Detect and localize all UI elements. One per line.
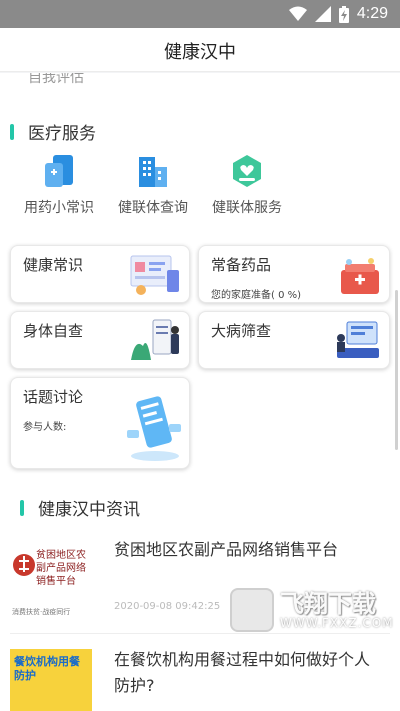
thumbnail-caption: 消费扶贫·战疫同行	[12, 608, 71, 616]
section-accent-bar	[10, 123, 14, 140]
service-alliance-service[interactable]: 健联体服务	[202, 153, 292, 217]
status-time: 4:29	[356, 5, 388, 22]
watermark-url: WWW.FXXZ.COM	[280, 616, 394, 630]
thumbnail-text: 贫困地区农副产品网络销售平台	[36, 550, 86, 587]
card-self-check[interactable]: 身体自查	[10, 311, 190, 369]
screening-illustration	[337, 321, 379, 358]
discussion-phone-illustration	[127, 396, 181, 461]
medical-services-heading: 医疗服务	[10, 119, 96, 144]
signal-icon	[314, 6, 331, 22]
section-accent-bar	[20, 499, 24, 516]
news-title: 健康汉中资讯	[38, 500, 140, 520]
app-bar: 健康汉中	[0, 28, 400, 72]
card-title: 大病筛查	[211, 322, 272, 340]
medical-services-title: 医疗服务	[28, 124, 96, 144]
medicine-box-illustration	[341, 258, 379, 294]
battery-charging-icon	[338, 5, 349, 23]
news-item[interactable]: 餐饮机构用餐防护 在餐饮机构用餐过程中如何做好个人防护?	[0, 639, 400, 711]
service-alliance-query[interactable]: 健联体查询	[108, 153, 198, 217]
news-thumbnail: 餐饮机构用餐防护	[10, 649, 92, 711]
scrollbar[interactable]	[395, 290, 398, 450]
thumbnail-text: 餐饮机构用餐防护	[14, 655, 80, 682]
card-title: 常备药品	[211, 256, 272, 274]
service-medicine-tips[interactable]: 用药小常识	[14, 153, 104, 217]
card-major-disease-screening[interactable]: 大病筛查	[198, 311, 390, 369]
heart-hand-icon	[229, 153, 265, 189]
news-date: 2020-09-08 09:42:25	[114, 601, 221, 612]
card-health-knowledge[interactable]: 健康常识	[10, 245, 190, 303]
card-title: 话题讨论	[23, 388, 84, 406]
hospital-building-icon	[135, 153, 171, 189]
news-headline: 贫困地区农副产品网络销售平台	[114, 540, 339, 559]
self-check-illustration	[131, 319, 179, 360]
status-bar: 4:29	[0, 0, 400, 28]
card-title: 身体自查	[23, 322, 84, 340]
service-label: 健联体查询	[118, 200, 188, 216]
card-subtitle: 参与人数:	[23, 422, 67, 433]
news-thumbnail: 贫困地区农副产品网络销售平台 消费扶贫·战疫同行	[10, 539, 92, 621]
page-title: 健康汉中	[164, 42, 236, 63]
card-title: 健康常识	[23, 256, 84, 274]
news-headline: 在餐饮机构用餐过程中如何做好个人防护?	[114, 650, 371, 695]
service-label: 健联体服务	[212, 200, 282, 216]
wifi-icon	[288, 6, 307, 21]
service-label: 用药小常识	[24, 200, 94, 216]
health-knowledge-illustration	[130, 255, 179, 295]
medicine-card-icon	[41, 153, 77, 189]
card-common-medicines[interactable]: 常备药品 您的家庭准备( 0 %)	[198, 245, 390, 303]
card-topic-discussion[interactable]: 话题讨论 参与人数:	[10, 377, 190, 469]
watermark: 飞翔下载 WWW.FXXZ.COM	[230, 582, 394, 638]
self-assessment-item[interactable]: 自我评估	[28, 73, 84, 87]
card-subtitle: 您的家庭准备( 0 %)	[211, 290, 302, 301]
news-heading: 健康汉中资讯	[20, 495, 140, 520]
watermark-name: 飞翔下载	[280, 590, 376, 618]
watermark-logo-icon	[230, 588, 274, 632]
